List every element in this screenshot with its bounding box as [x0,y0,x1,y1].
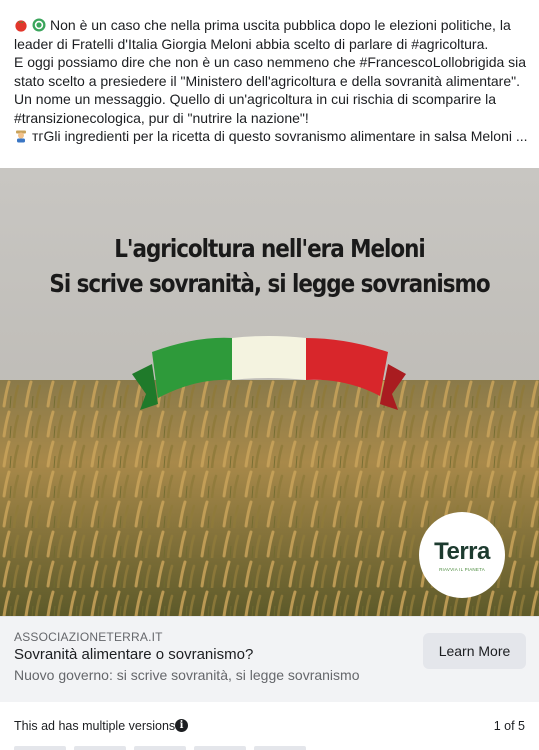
link-title[interactable]: Sovranità alimentare o sovranismo? [14,646,253,663]
ad-footer: This ad has multiple versions i 1 of 5 [0,702,539,750]
post-line-2: leader di Fratelli d'Italia Giorgia Melo… [14,35,489,52]
recycle-emoji-icon [32,18,46,32]
version-thumbnail[interactable] [134,746,186,750]
post-line-7-prefix: тг [32,128,44,144]
post-line-3: E oggi possiamo dire che non è un caso n… [14,54,527,70]
multiple-versions-text: This ad has multiple versions [14,719,176,733]
ad-creative-image[interactable]: L'agricoltura nell'era Meloni Si scrive … [0,168,539,616]
terra-logo: Terra RIAVVIA IL PIANETA [419,512,505,598]
version-thumbnail[interactable] [14,746,66,750]
tomato-emoji-icon [15,20,27,32]
version-thumbnail[interactable] [194,746,246,750]
info-icon[interactable]: i [175,719,188,732]
post-line-6: #transizionecologica, pur di "nutrire la… [14,109,309,126]
link-domain: ASSOCIAZIONETERRA.IT [14,630,163,644]
logo-tagline: RIAVVIA IL PIANETA [439,567,485,572]
post-line-4: stato scelto a presiedere il "Ministero … [14,72,520,89]
version-thumbnail[interactable] [254,746,306,750]
logo-word: Terra [434,538,490,565]
creative-headline-1: L'agricoltura nell'era Meloni [114,234,426,263]
link-preview[interactable]: ASSOCIAZIONETERRA.IT Sovranità alimentar… [0,616,539,702]
version-pager: 1 of 5 [493,719,525,733]
post-line-5: Un nome un messaggio. Quello di un'agric… [14,91,497,107]
farmer-emoji-icon [16,130,26,143]
creative-headline-2: Si scrive sovranità, si legge sovranismo [49,269,490,298]
post-line-1: Non è un caso che nella prima uscita pub… [50,17,511,33]
learn-more-button[interactable]: Learn More [423,633,526,669]
version-thumbnail[interactable] [74,746,126,750]
post-line-7: Gli ingredienti per la ricetta di questo… [43,128,528,144]
link-description: Nuovo governo: si scrive sovranità, si l… [14,667,360,683]
ad-body-text: Non è un caso che nella prima uscita pub… [14,16,530,146]
